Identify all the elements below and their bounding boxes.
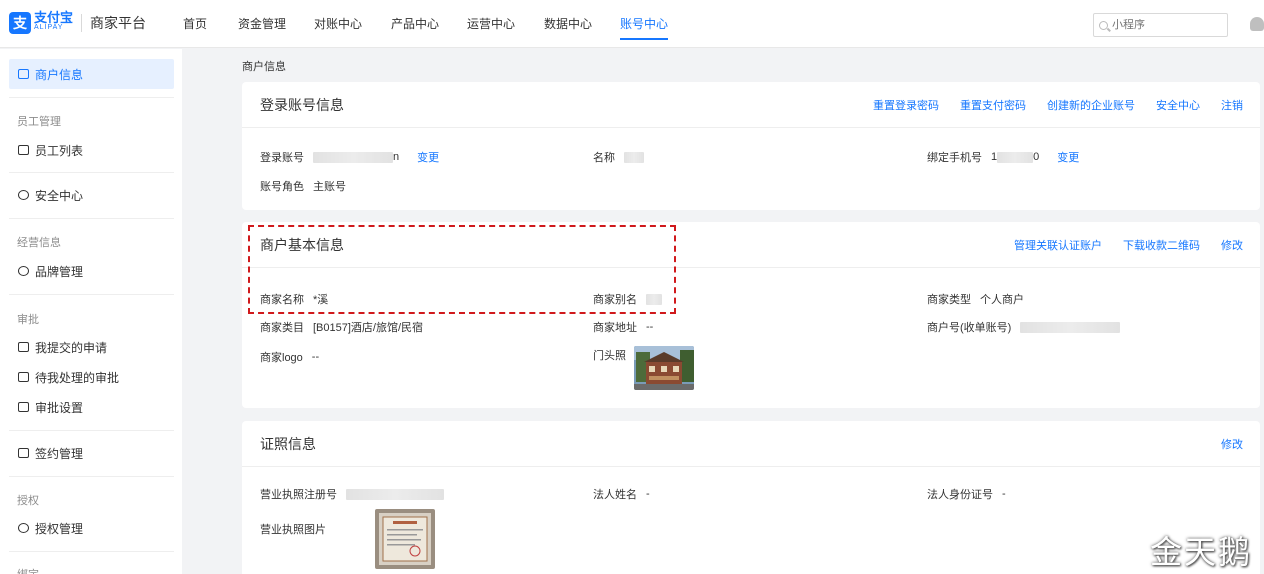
logo-divider <box>81 14 83 32</box>
storefront-photo-thumbnail[interactable] <box>634 346 694 390</box>
nav-operations[interactable]: 运营中心 <box>467 0 515 48</box>
merchant-type-field: 商家类型 个人商户 <box>927 294 1024 306</box>
security-center-link[interactable]: 安全中心 <box>1156 97 1200 113</box>
name-field: 名称 <box>593 149 644 165</box>
license-card-title: 证照信息 <box>260 435 316 452</box>
login-account-field: 登录账号 n 变更 <box>260 149 440 165</box>
license-reg-no-field: 营业执照注册号 <box>260 486 444 502</box>
sidebar-item-staff-list[interactable]: 员工列表 <box>9 135 174 165</box>
tag-icon <box>18 266 29 276</box>
sidebar-item-pending[interactable]: 待我处理的审批 <box>9 362 174 392</box>
edit-merchant-link[interactable]: 修改 <box>1221 237 1243 253</box>
sidebar-item-merchant-info[interactable]: 商户信息 <box>9 59 174 89</box>
license-card: 证照信息 修改 营业执照注册号 法人姓名 - 法人身份证号 - 营业执照图片 <box>242 421 1260 574</box>
sidebar-group-business: 经营信息 <box>17 237 61 249</box>
login-account-card: 登录账号信息 重置登录密码 重置支付密码 创建新的企业账号 安全中心 注销 登录… <box>242 82 1260 210</box>
nav-home[interactable]: 首页 <box>183 0 207 48</box>
license-image-field: 营业执照图片 <box>260 524 326 536</box>
search-box[interactable] <box>1093 13 1228 37</box>
legal-person-name-field: 法人姓名 - <box>593 488 650 501</box>
merchant-number-field: 商户号(收单账号) <box>927 319 1121 335</box>
change-phone-link[interactable]: 变更 <box>1057 149 1079 165</box>
license-image-thumbnail[interactable] <box>375 509 435 569</box>
merchant-address-field: 商家地址 -- <box>593 321 654 334</box>
sidebar-item-security[interactable]: 安全中心 <box>9 180 174 210</box>
storefront-photo-field: 门头照 <box>593 350 626 362</box>
account-role-field: 账号角色 主账号 <box>260 181 346 193</box>
bell-icon[interactable] <box>1250 17 1264 31</box>
create-enterprise-account-link[interactable]: 创建新的企业账号 <box>1047 97 1135 113</box>
breadcrumb: 商户信息 <box>242 61 286 73</box>
alipay-logo-icon: 支 <box>9 12 31 34</box>
sidebar-item-contract[interactable]: 签约管理 <box>9 438 174 468</box>
highlight-dashed-box <box>248 225 676 314</box>
change-login-account-link[interactable]: 变更 <box>417 149 439 165</box>
manage-linked-accounts-link[interactable]: 管理关联认证账户 <box>1014 237 1102 253</box>
reset-login-password-link[interactable]: 重置登录密码 <box>873 97 939 113</box>
top-navbar: 支 支付宝 ALIPAY 商家平台 首页 资金管理 对账中心 产品中心 运营中心… <box>0 0 1264 48</box>
sidebar-group-binding: 绑定 <box>17 566 39 574</box>
nav-account[interactable]: 账号中心 <box>620 0 669 48</box>
sidebar-group-approval: 审批 <box>17 314 39 326</box>
nav-funds[interactable]: 资金管理 <box>238 0 286 48</box>
watermark-text: 金天鹅 <box>1150 533 1253 571</box>
pending-icon <box>18 372 29 382</box>
shield-icon <box>18 190 29 200</box>
edit-license-link[interactable]: 修改 <box>1221 436 1243 452</box>
platform-name: 商家平台 <box>90 15 147 31</box>
bound-phone-field: 绑定手机号 1 0 变更 <box>927 149 1080 165</box>
search-input[interactable] <box>1112 19 1212 31</box>
id-card-icon <box>18 69 29 79</box>
settings-icon <box>18 402 29 412</box>
download-qr-link[interactable]: 下载收款二维码 <box>1123 237 1200 253</box>
sidebar-item-approval-settings[interactable]: 审批设置 <box>9 392 174 422</box>
staff-list-icon <box>18 145 29 155</box>
masked-value <box>1020 321 1121 333</box>
nav-data[interactable]: 数据中心 <box>544 0 592 48</box>
sidebar-group-staff: 员工管理 <box>17 116 61 128</box>
contract-icon <box>18 448 29 458</box>
alipay-logo[interactable]: 支 支付宝 ALIPAY 商家平台 <box>9 10 147 34</box>
login-card-title: 登录账号信息 <box>260 96 344 113</box>
storefront-photo-image <box>634 346 694 390</box>
masked-value <box>997 151 1034 163</box>
sidebar-item-brand[interactable]: 品牌管理 <box>9 256 174 286</box>
sidebar: 商户信息 员工管理 员工列表 安全中心 经营信息 品牌管理 审批 我提交的申请 … <box>0 49 182 574</box>
request-icon <box>18 342 29 352</box>
legal-person-id-field: 法人身份证号 - <box>927 488 1006 501</box>
deregister-link[interactable]: 注销 <box>1221 97 1243 113</box>
sidebar-item-auth-manage[interactable]: 授权管理 <box>9 513 174 543</box>
masked-value <box>313 151 393 163</box>
license-image <box>375 509 435 569</box>
masked-value <box>624 151 644 163</box>
user-icon <box>18 523 29 533</box>
reset-pay-password-link[interactable]: 重置支付密码 <box>960 97 1026 113</box>
masked-value <box>346 488 444 500</box>
sidebar-group-auth: 授权 <box>17 495 39 507</box>
merchant-logo-field: 商家logo -- <box>260 351 320 364</box>
merchant-category-field: 商家类目 [B0157]酒店/旅馆/民宿 <box>260 322 424 334</box>
search-icon <box>1099 20 1108 30</box>
nav-products[interactable]: 产品中心 <box>391 0 439 48</box>
logo-cn-text: 支付宝 <box>34 10 74 25</box>
sidebar-item-my-requests[interactable]: 我提交的申请 <box>9 332 174 362</box>
nav-reconciliation[interactable]: 对账中心 <box>314 0 362 48</box>
